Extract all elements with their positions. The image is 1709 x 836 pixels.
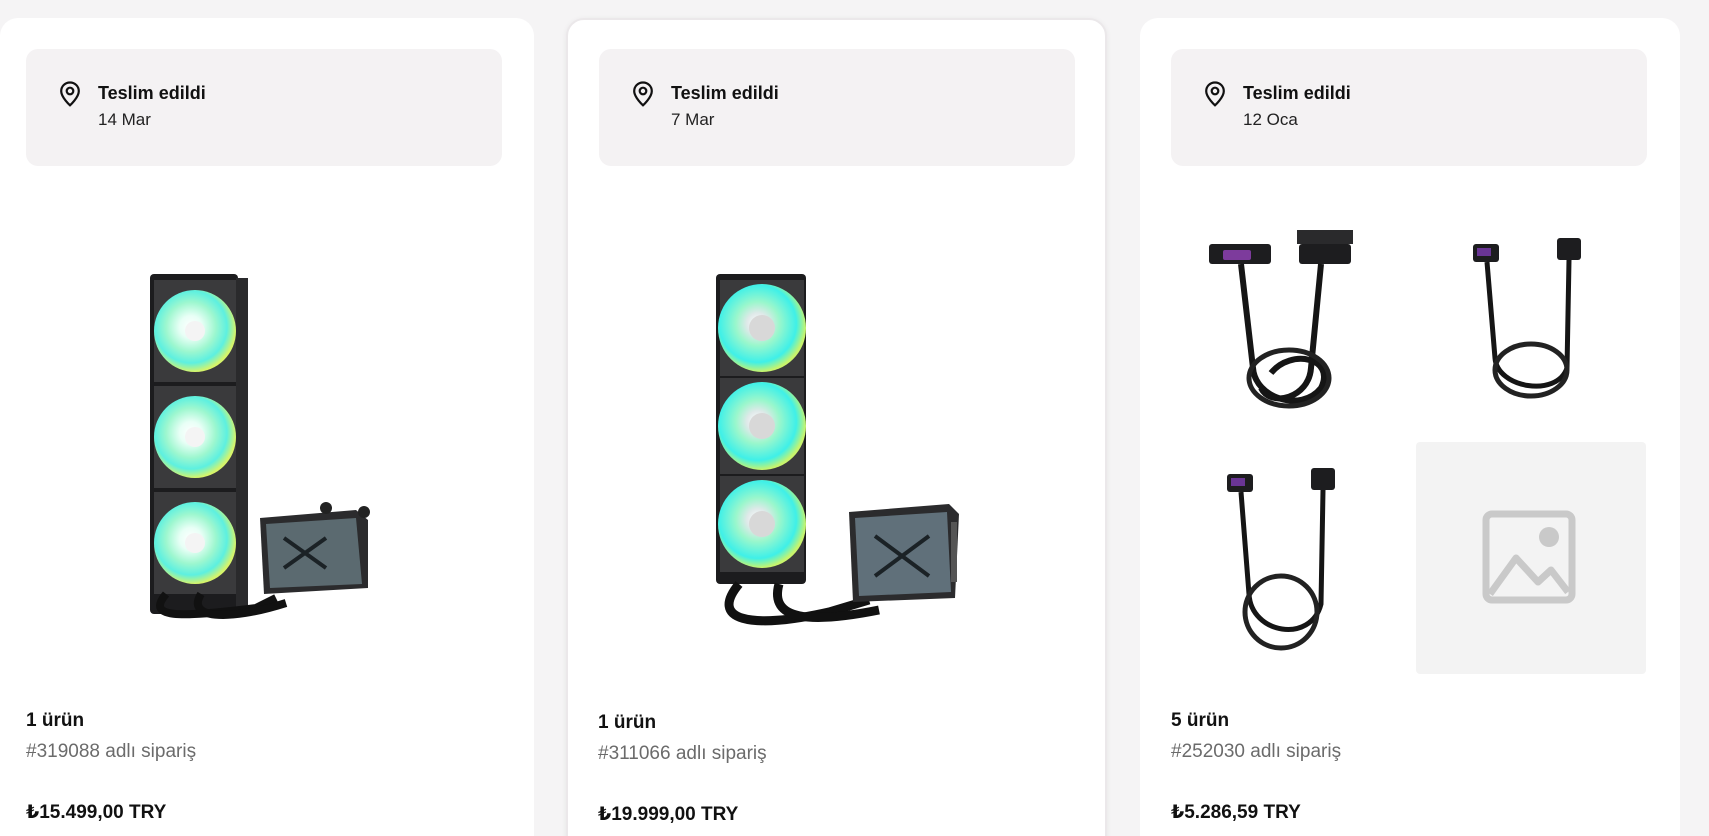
location-pin-icon	[60, 81, 80, 107]
order-number[interactable]: #311066 adlı sipariş	[598, 743, 767, 765]
location-pin-icon	[633, 81, 653, 107]
order-price: ₺19.999,00 TRY	[598, 804, 739, 825]
order-price: ₺15.499,00 TRY	[26, 802, 167, 823]
aio-cooler-image[interactable]	[26, 198, 502, 668]
order-price: ₺5.286,59 TRY	[1171, 802, 1301, 823]
order-card[interactable]: Teslim edildi 14 Mar 1 ürün #319088 adlı…	[0, 18, 534, 836]
cable-8pin-image[interactable]	[1417, 198, 1647, 430]
delivery-status-box: Teslim edildi 7 Mar	[599, 49, 1075, 166]
aio-cooler-image[interactable]	[599, 200, 1075, 670]
delivery-date: 12 Oca	[1243, 110, 1298, 129]
delivery-status: Teslim edildi	[98, 83, 206, 103]
item-count: 5 ürün	[1171, 710, 1230, 731]
delivery-status: Teslim edildi	[1243, 83, 1351, 103]
delivery-date: 14 Mar	[98, 110, 151, 129]
cable-8pin-image[interactable]	[1171, 444, 1401, 676]
order-number[interactable]: #252030 adlı sipariş	[1171, 741, 1341, 763]
order-number[interactable]: #319088 adlı sipariş	[26, 741, 196, 763]
item-count: 1 ürün	[26, 710, 85, 731]
image-placeholder-icon	[1482, 510, 1576, 604]
product-thumbnail-grid	[1171, 198, 1647, 674]
image-placeholder	[1416, 442, 1646, 674]
delivery-status-box: Teslim edildi 14 Mar	[26, 49, 502, 166]
delivery-status-box: Teslim edildi 12 Oca	[1171, 49, 1647, 166]
delivery-status: Teslim edildi	[671, 83, 779, 103]
location-pin-icon	[1205, 81, 1225, 107]
item-count: 1 ürün	[598, 712, 657, 733]
delivery-date: 7 Mar	[671, 110, 715, 129]
order-card[interactable]: Teslim edildi 7 Mar 1 ürün #311066 adlı …	[566, 18, 1107, 836]
order-card[interactable]: Teslim edildi 12 Oca 5 ürün #252030 adlı…	[1140, 18, 1680, 836]
cable-24pin-image[interactable]	[1171, 198, 1401, 430]
